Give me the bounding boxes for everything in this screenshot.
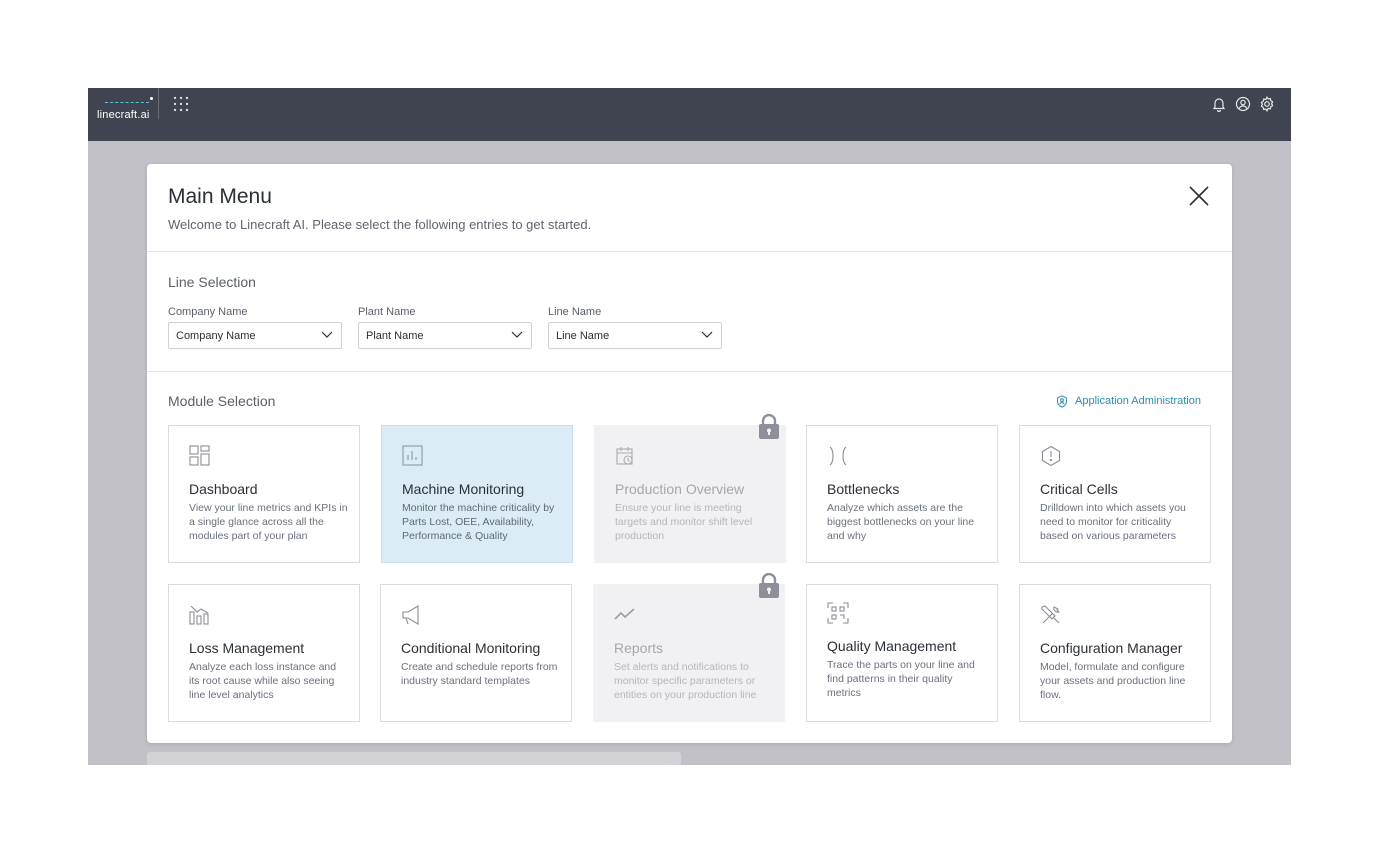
module-card-production-overview: Production Overview Ensure your line is … (594, 425, 786, 563)
module-description: Drilldown into which assets you need to … (1040, 502, 1186, 542)
background-panel (147, 752, 681, 765)
line-selection-title: Line Selection (168, 274, 256, 290)
module-description: View your line metrics and KPIs in a sin… (189, 502, 348, 542)
trend-line-icon (614, 608, 635, 620)
module-card-conditional-monitoring[interactable]: Conditional Monitoring Create and schedu… (380, 584, 572, 722)
module-description: Monitor the machine criticality by Parts… (402, 502, 555, 542)
admin-shield-icon (1057, 395, 1067, 408)
module-title: Quality Management (827, 638, 957, 654)
dashboard-icon (189, 445, 210, 466)
close-icon[interactable] (1187, 184, 1211, 208)
megaphone-icon (402, 605, 419, 625)
calendar-clock-icon (616, 447, 633, 465)
module-card-critical-cells[interactable]: Critical Cells Drilldown into which asse… (1019, 425, 1211, 563)
section-divider (147, 371, 1232, 372)
module-card-machine-monitoring[interactable]: Machine Monitoring Monitor the machine c… (381, 425, 573, 563)
lock-icon (759, 414, 779, 439)
admin-link-label: Application Administration (1075, 395, 1201, 407)
module-title: Configuration Manager (1040, 640, 1183, 656)
module-description: Create and schedule reports from industr… (401, 661, 558, 687)
module-selection-title: Module Selection (168, 393, 276, 409)
module-title: Bottlenecks (827, 481, 900, 497)
logo-divider (158, 88, 159, 119)
module-card-quality-management[interactable]: Quality Management Trace the parts on yo… (806, 584, 998, 722)
module-card-loss-management[interactable]: Loss Management Analyze each loss instan… (168, 584, 360, 722)
module-title: Production Overview (615, 481, 745, 497)
module-description: Analyze which assets are the biggest bot… (827, 502, 975, 542)
alert-hexagon-icon (1041, 445, 1061, 467)
module-title: Critical Cells (1040, 481, 1118, 497)
company-name-value: Company Name (176, 330, 256, 342)
module-title: Reports (614, 640, 664, 656)
module-title: Conditional Monitoring (401, 640, 541, 656)
linecraft-logo[interactable]: linecraft.ai (97, 97, 157, 126)
company-name-select[interactable]: Company Name (168, 322, 342, 349)
user-icon[interactable] (1235, 96, 1251, 112)
bell-icon[interactable] (1211, 96, 1227, 113)
module-description: Model, formulate and configure your asse… (1040, 661, 1186, 701)
loss-chart-icon (189, 605, 209, 625)
tools-icon (1041, 605, 1061, 624)
chevron-down-icon (701, 331, 713, 338)
bar-chart-icon (402, 445, 423, 466)
modal-title: Main Menu (168, 185, 272, 208)
module-card-bottlenecks[interactable]: Bottlenecks Analyze which assets are the… (806, 425, 998, 563)
module-title: Machine Monitoring (402, 481, 525, 497)
lock-icon (759, 573, 779, 598)
module-title: Dashboard (189, 481, 258, 497)
module-card-dashboard[interactable]: Dashboard View your line metrics and KPI… (168, 425, 360, 563)
plant-name-label: Plant Name (358, 306, 416, 318)
main-menu-modal: Main Menu Welcome to Linecraft AI. Pleas… (147, 164, 1232, 743)
company-name-label: Company Name (168, 306, 248, 318)
modal-subtitle: Welcome to Linecraft AI. Please select t… (168, 217, 592, 232)
module-description: Ensure your line is meeting targets and … (615, 502, 753, 542)
module-title: Loss Management (189, 640, 305, 656)
module-description: Analyze each loss instance and its root … (189, 661, 337, 701)
logo-text: linecraft.ai (97, 109, 150, 121)
header-divider (147, 251, 1232, 252)
chevron-down-icon (511, 331, 523, 338)
scan-icon (827, 602, 849, 624)
module-description: Set alerts and notifications to monitor … (614, 661, 757, 701)
module-card-reports: Reports Set alerts and notifications to … (593, 584, 785, 722)
chevron-down-icon (321, 331, 333, 338)
apps-grid-icon[interactable] (173, 96, 189, 112)
line-name-select[interactable]: Line Name (548, 322, 722, 349)
plant-name-value: Plant Name (366, 330, 424, 342)
bottleneck-icon (829, 446, 847, 466)
gear-icon[interactable] (1259, 96, 1275, 112)
line-name-value: Line Name (556, 330, 610, 342)
module-description: Trace the parts on your line and find pa… (827, 659, 975, 699)
plant-name-select[interactable]: Plant Name (358, 322, 532, 349)
line-name-label: Line Name (548, 306, 602, 318)
module-card-configuration-manager[interactable]: Configuration Manager Model, formulate a… (1019, 584, 1211, 722)
top-bar: linecraft.ai (88, 88, 1291, 141)
